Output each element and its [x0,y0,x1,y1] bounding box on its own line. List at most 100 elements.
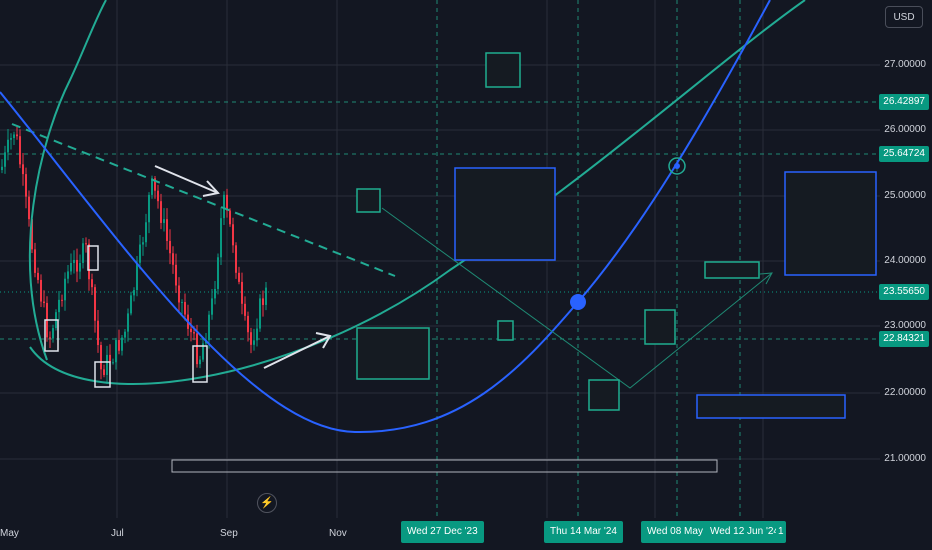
candle-body [67,271,69,279]
date-tag: Wed 12 Jun '24 [704,521,785,543]
candle-body [130,295,132,314]
candle-body [190,328,192,333]
candle-body [91,279,93,288]
candle-body [169,240,171,254]
white-arrow-upper [154,165,219,194]
candle-body [10,138,12,140]
candle-body [40,279,42,302]
candle-body [37,272,39,280]
candle-body [16,134,18,137]
candle-body [109,354,111,363]
candle-body [43,301,45,303]
candle-body [229,210,231,225]
dashed-trendline [11,123,396,277]
candle-body [250,332,252,345]
lightning-bolt-icon[interactable]: ⚡ [257,493,277,513]
chart-workspace[interactable]: 27.00000 26.00000 25.00000 24.00000 23.0… [0,0,932,550]
price-tag-22-84: 22.84321 [879,331,929,347]
candle-body [127,313,129,332]
blue-curve-point [674,163,680,169]
candle-body [247,315,249,333]
blue-box [454,167,556,261]
candle-body [118,340,120,351]
candle-body [196,333,198,365]
y-tick-label: 27.00000 [884,59,926,70]
candle-body [139,244,141,263]
x-tick-label: Jul [111,528,124,539]
candle-body [166,219,168,241]
candle-body [244,303,246,316]
candle-body [49,337,51,339]
date-tag: 1 [776,521,786,543]
green-box [356,327,430,380]
candle-body [208,314,210,341]
y-tick-label: 25.00000 [884,190,926,201]
price-tag-25-64: 25.64724 [879,146,929,162]
candle-body [7,139,9,153]
candle-body [133,290,135,296]
candle-body [34,249,36,273]
candle-body [76,259,78,272]
candle-body [172,253,174,265]
currency-button[interactable]: USD [885,6,923,28]
candle-body [211,298,213,315]
candle-body [256,328,258,341]
candle-body [217,257,219,289]
y-tick-label: 23.00000 [884,320,926,331]
blue-box [784,171,877,276]
candle-body [61,299,63,301]
y-tick-label: 24.00000 [884,255,926,266]
candle-body [82,243,84,263]
white-arrow-lower [263,335,331,369]
candle-body [1,166,3,170]
timeline-range-band [171,459,718,473]
green-box [704,261,760,279]
x-tick-label: Sep [220,528,238,539]
candle-body [85,243,87,245]
candle-body [100,345,102,370]
candle-body [163,219,165,223]
candle-body [214,288,216,299]
candle-body [235,245,237,273]
chart-canvas[interactable] [0,0,932,550]
candle-body [157,190,159,202]
candle-body [148,194,150,223]
candle-body [13,134,15,139]
candle-body [262,298,264,305]
candle-body [175,264,177,286]
green-box [485,52,521,88]
candle-body [73,259,75,263]
green-box [497,320,514,341]
candle-body [199,359,201,365]
candle-body [184,302,186,315]
blue-box [696,394,846,419]
blue-curve-anchor [570,294,586,310]
candle-body [58,299,60,313]
y-tick-label: 21.00000 [884,453,926,464]
green-box [588,379,620,411]
candle-body [265,287,267,305]
candle-body [142,242,144,245]
candle-body [28,196,30,220]
candle-body [121,337,123,351]
x-tick-label: May [0,528,19,539]
candle-body [124,331,126,338]
candle-body [160,201,162,223]
candle-body [241,281,243,304]
price-tag-26-42: 26.42897 [879,94,929,110]
candle-body [259,298,261,329]
candle-body [70,262,72,272]
date-tag: Wed 27 Dec '23 [401,521,484,543]
candle-body [79,262,81,272]
candle-body [220,218,222,258]
candle-body [4,152,6,167]
candle-body [232,224,234,246]
green-box [644,309,676,345]
y-tick-label: 26.00000 [884,124,926,135]
candle-body [178,285,180,303]
candle-body [103,369,105,375]
candle-body [115,340,117,363]
x-tick-label: Nov [329,528,347,539]
candle-body [145,222,147,243]
date-tag: Thu 14 Mar '24 [544,521,623,543]
